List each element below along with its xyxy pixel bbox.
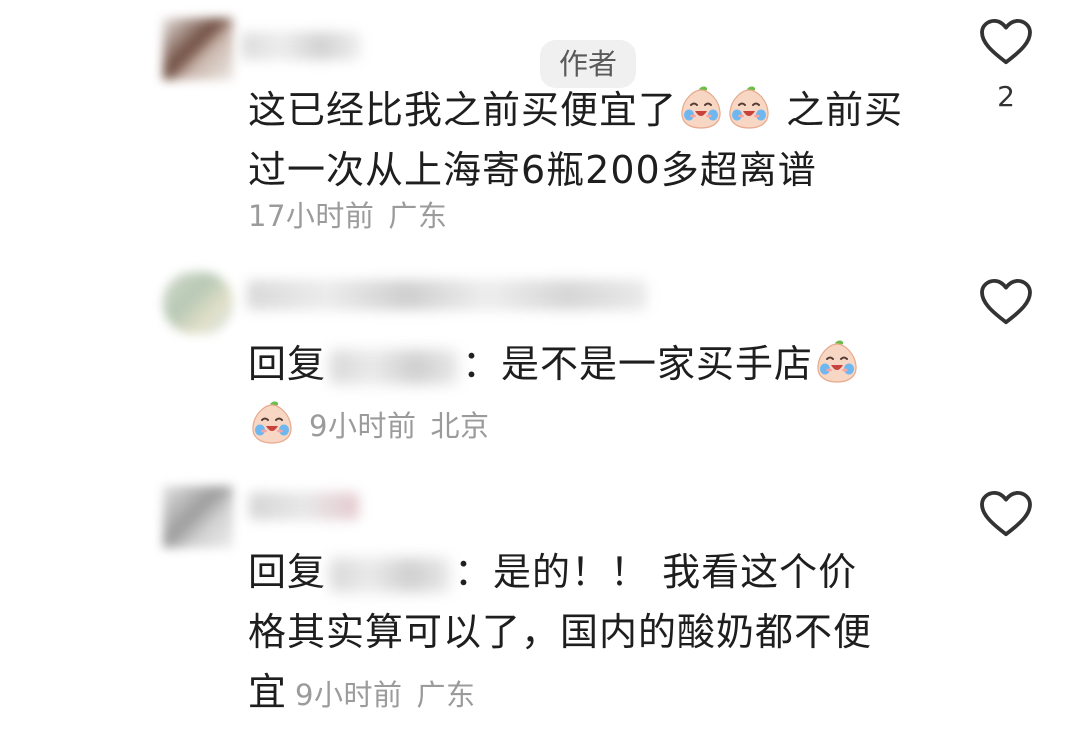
- heart-outline-icon: [979, 18, 1033, 66]
- reply-prefix: 回复: [248, 342, 327, 386]
- comment-location: 广东: [416, 678, 476, 712]
- comment-meta: 9小时前 北京: [248, 400, 489, 446]
- comment-location: 北京: [430, 409, 490, 443]
- comment-time: 9小时前: [295, 678, 403, 712]
- heart-outline-icon: [979, 278, 1033, 326]
- like-button[interactable]: [978, 490, 1034, 538]
- crying-peach-emoji-icon: [726, 85, 772, 131]
- like-button[interactable]: [978, 278, 1034, 326]
- crying-peach-emoji-icon: [249, 400, 295, 446]
- crying-peach-emoji-icon: [678, 85, 724, 131]
- comment-line: 格其实算可以了，国内的酸奶都不便: [248, 610, 873, 654]
- reply-colon: ：: [462, 342, 502, 386]
- like-button[interactable]: 2: [978, 18, 1034, 113]
- comment-meta: 9小时前 广东: [295, 678, 475, 712]
- like-count: 2: [997, 80, 1015, 113]
- reply-colon: ：: [454, 550, 494, 594]
- comment-meta: 17小时前 广东: [248, 196, 447, 236]
- avatar[interactable]: [163, 18, 233, 80]
- reply-prefix: 回复: [248, 550, 327, 594]
- reply-target-username[interactable]: [330, 557, 451, 592]
- comment-line: 回复 ：是的！！ 我看这个价: [248, 542, 928, 602]
- avatar[interactable]: [163, 272, 233, 334]
- username[interactable]: [249, 492, 359, 520]
- username[interactable]: [241, 32, 361, 60]
- comment-text-part: 是不是一家买手店: [501, 342, 814, 386]
- comment-text: 回复 ：是的！！ 我看这个价 格其实算可以了，国内的酸奶都不便 宜 9小时前 广东: [248, 542, 928, 725]
- comment-time: 17小时前: [248, 199, 375, 233]
- comment-location: 广东: [388, 199, 448, 233]
- heart-outline-icon: [979, 490, 1033, 538]
- comment-text-part: 这已经比我之前买便宜了: [248, 88, 678, 132]
- crying-peach-emoji-icon: [814, 339, 860, 385]
- comment-text-part: 宜: [248, 670, 288, 714]
- avatar[interactable]: [163, 486, 233, 548]
- comment-thread: 作者 这已经比我之前买便宜了 之前买过一次从上海寄6瓶200多超离谱 17小时前…: [0, 0, 1075, 744]
- comment-text: 回复 ：是不是一家买手店: [248, 334, 928, 394]
- comment-time: 9小时前: [309, 409, 417, 443]
- comment-text: 这已经比我之前买便宜了 之前买过一次从上海寄6瓶200多超离谱: [248, 80, 928, 200]
- comment-line: 宜 9小时前 广东: [248, 662, 928, 725]
- reply-target-username[interactable]: [330, 349, 459, 384]
- username[interactable]: [247, 280, 647, 310]
- comment-text-part: 是的！！ 我看这个价: [493, 550, 858, 594]
